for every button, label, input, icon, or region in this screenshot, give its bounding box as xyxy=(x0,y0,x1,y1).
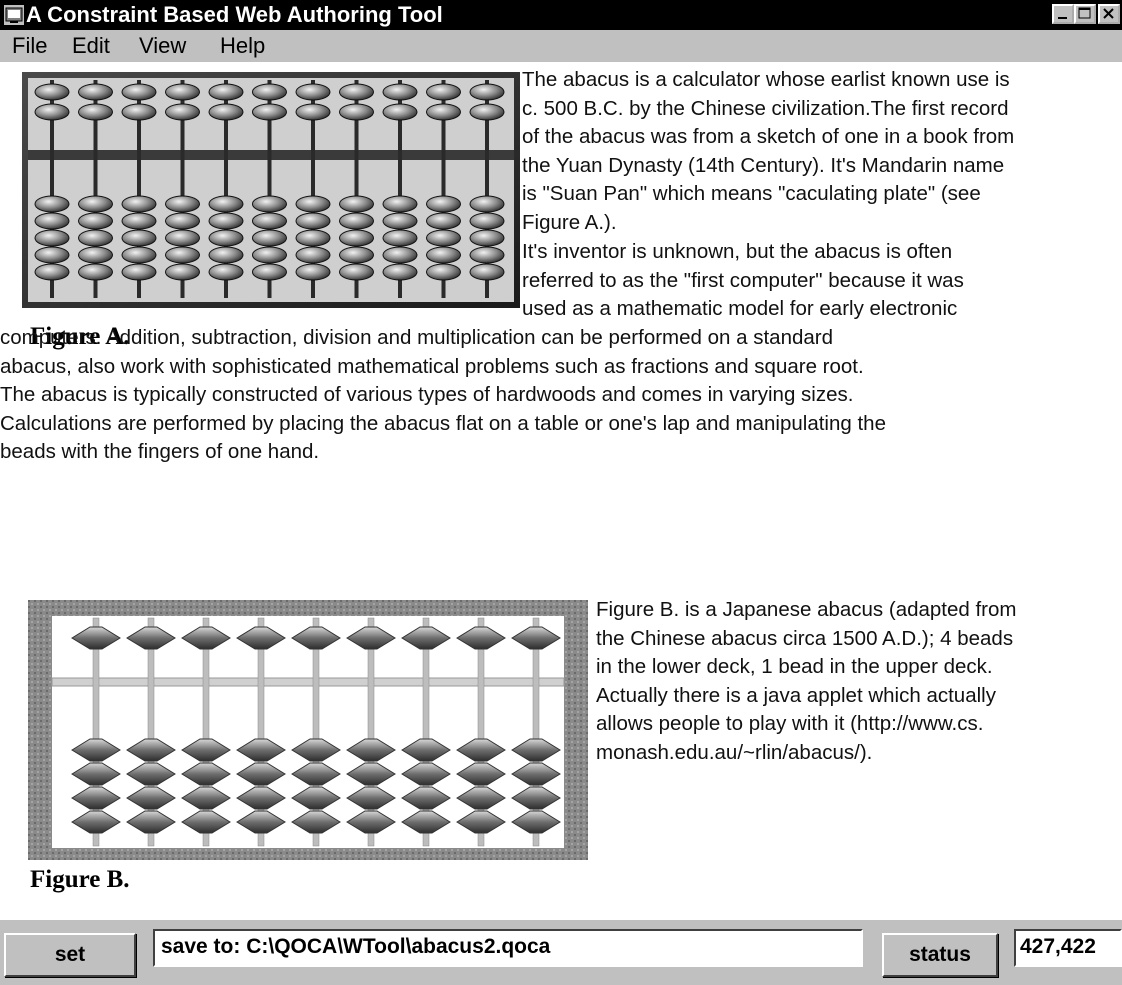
bottom-bar: set save to: C:\QOCA\WTool\abacus2.qoca … xyxy=(0,920,1122,985)
status-button[interactable]: status xyxy=(882,933,998,977)
close-icon xyxy=(1103,8,1114,19)
set-button[interactable]: set xyxy=(4,933,136,977)
paragraph-3: Figure B. is a Japanese abacus (adapted … xyxy=(596,596,1017,767)
menu-file[interactable]: File xyxy=(12,33,47,59)
figure-b-image xyxy=(28,600,588,860)
content-canvas[interactable]: Figure A. The abacus is a calculator who… xyxy=(0,62,1122,920)
text-line: Figure A.). xyxy=(522,210,617,234)
text-line: Calculations are performed by placing th… xyxy=(0,411,886,435)
paragraph-1: The abacus is a calculator whose earlist… xyxy=(522,66,1014,237)
paragraph-2-lower: computers. Addition, subtraction, divisi… xyxy=(0,324,886,467)
app-icon[interactable] xyxy=(4,5,24,25)
save-path-field[interactable]: save to: C:\QOCA\WTool\abacus2.qoca xyxy=(153,929,863,967)
text-line: of the abacus was from a sketch of one i… xyxy=(522,125,1015,148)
maximize-icon xyxy=(1078,7,1091,19)
text-line: Figure B. is a Japanese abacus (adapted … xyxy=(596,598,1017,621)
text-line: beads with the fingers of one hand. xyxy=(0,440,320,463)
text-line: allows people to play with it (http://ww… xyxy=(596,712,984,735)
text-line: the Chinese abacus circa 1500 A.D.); 4 b… xyxy=(596,626,1014,650)
paragraph-2-upper: It's inventor is unknown, but the abacus… xyxy=(522,238,964,324)
text-line: abacus, also work with sophisticated mat… xyxy=(0,354,864,378)
coordinates-field[interactable]: 427,422 xyxy=(1014,929,1122,967)
menu-bar: File Edit View Help xyxy=(0,30,1122,62)
maximize-button[interactable] xyxy=(1074,4,1096,24)
text-line: is "Suan Pan" which means "caculating pl… xyxy=(522,182,981,205)
menu-view[interactable]: View xyxy=(139,33,186,59)
minimize-icon xyxy=(1058,17,1067,19)
text-line: used as a mathematic model for early ele… xyxy=(522,297,958,320)
menu-help[interactable]: Help xyxy=(220,33,265,59)
text-line: in the lower deck, 1 bead in the upper d… xyxy=(596,655,993,678)
title-bar[interactable]: A Constraint Based Web Authoring Tool xyxy=(0,0,1122,30)
window-title: A Constraint Based Web Authoring Tool xyxy=(26,2,443,27)
text-line: monash.edu.au/~rlin/abacus/). xyxy=(596,740,873,764)
text-line: The abacus is a calculator whose earlist… xyxy=(522,68,1010,91)
text-line: Actually there is a java applet which ac… xyxy=(596,683,996,707)
text-line: It's inventor is unknown, but the abacus… xyxy=(522,240,953,263)
text-line: computers. Addition, subtraction, divisi… xyxy=(0,326,834,349)
text-line: referred to as the "first computer" beca… xyxy=(522,268,964,292)
menu-edit[interactable]: Edit xyxy=(72,33,110,59)
minimize-button[interactable] xyxy=(1052,4,1074,24)
text-line: The abacus is typically constructed of v… xyxy=(0,383,854,406)
figure-a-image xyxy=(22,72,520,308)
figure-b-caption: Figure B. xyxy=(30,866,130,893)
text-line: the Yuan Dynasty (14th Century). It's Ma… xyxy=(522,153,1005,177)
close-button[interactable] xyxy=(1098,4,1120,24)
text-line: c. 500 B.C. by the Chinese civilization.… xyxy=(522,96,1009,120)
